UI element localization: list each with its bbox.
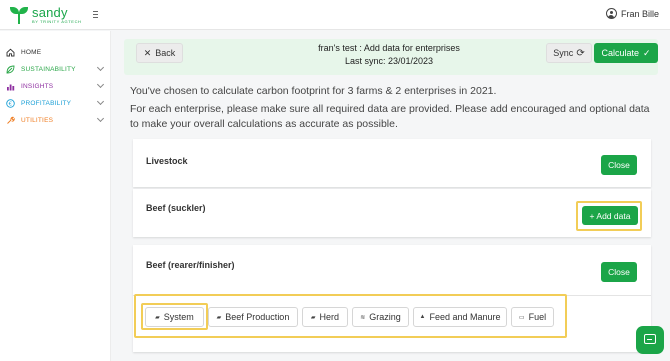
back-button-label: Back — [155, 48, 176, 58]
cow-icon: ▰ — [216, 314, 222, 321]
tab-fuel[interactable]: ▭ Fuel — [511, 307, 554, 327]
sidebar: HOME SUSTAINABILITY INSIGHTS € PROFITABI… — [0, 31, 111, 361]
leaf-icon — [6, 65, 15, 74]
euro-icon: € — [6, 98, 15, 108]
logo[interactable]: sandy BY TRINITY AGTECH — [8, 5, 82, 25]
sidebar-item-label: PROFITABILITY — [21, 99, 72, 107]
refresh-icon: ⟳ — [576, 47, 585, 59]
sidebar-item-label: INSIGHTS — [21, 82, 54, 90]
sync-button[interactable]: Sync ⟳ — [546, 43, 592, 63]
sidebar-item-home[interactable]: HOME — [6, 45, 105, 59]
tab-system[interactable]: ▰ System — [145, 307, 204, 327]
intro-text: You've chosen to calculate carbon footpr… — [130, 85, 497, 97]
chevron-down-icon — [96, 114, 105, 123]
svg-text:€: € — [9, 101, 13, 107]
last-sync-text: Last sync: 23/01/2023 — [344, 56, 434, 66]
sidebar-item-label: UTILITIES — [21, 116, 54, 124]
highlight-box — [576, 201, 642, 231]
tab-label: Fuel — [528, 312, 547, 322]
livestock-card: Livestock Close — [133, 139, 651, 187]
user-avatar-icon — [605, 8, 617, 19]
feed-icon: ▲ — [419, 314, 426, 320]
top-bar: sandy BY TRINITY AGTECH Fran Bille — [0, 0, 670, 30]
livestock-close-button[interactable]: Close — [601, 155, 637, 175]
sidebar-item-sustainability[interactable]: SUSTAINABILITY — [6, 62, 105, 76]
main-content: ✕ Back fran's test : Add data for enterp… — [112, 31, 670, 361]
chat-button[interactable] — [636, 326, 664, 354]
grass-icon: ≋ — [360, 314, 366, 321]
cow-icon: ▰ — [310, 314, 316, 321]
close-icon: ✕ — [143, 47, 152, 58]
tab-label: Herd — [319, 312, 340, 322]
logo-subtitle: BY TRINITY AGTECH — [32, 19, 82, 24]
calculate-button-label: Calculate — [601, 48, 639, 58]
instructions-text: For each enterprise, please make sure al… — [130, 103, 650, 130]
beef-rearer-close-button[interactable]: Close — [601, 262, 637, 282]
page-title-text: fran's test : Add data for enterprises — [318, 43, 460, 53]
fuel-icon: ▭ — [518, 314, 525, 321]
check-icon: ✓ — [642, 47, 651, 58]
sidebar-item-label: SUSTAINABILITY — [21, 65, 76, 73]
card-title: Livestock — [146, 156, 188, 166]
chevron-down-icon — [96, 80, 105, 89]
sidebar-item-label: HOME — [21, 48, 42, 56]
sandy-logo-icon — [8, 5, 30, 25]
tab-feed-and-manure[interactable]: ▲ Feed and Manure — [413, 307, 507, 327]
sync-button-label: Sync — [553, 48, 574, 58]
menu-toggle-icon[interactable] — [93, 11, 99, 19]
sidebar-item-insights[interactable]: INSIGHTS — [6, 79, 105, 93]
chevron-down-icon — [96, 63, 105, 72]
close-button-label: Close — [608, 160, 630, 170]
sidebar-item-profitability[interactable]: € PROFITABILITY — [6, 96, 105, 110]
sidebar-item-utilities[interactable]: UTILITIES — [6, 113, 105, 127]
chevron-down-icon — [96, 97, 105, 106]
page-header: ✕ Back fran's test : Add data for enterp… — [124, 39, 658, 75]
user-menu[interactable]: Fran Bille — [605, 8, 659, 19]
tab-label: Beef Production — [225, 312, 290, 322]
tab-herd[interactable]: ▰ Herd — [302, 307, 348, 327]
tab-label: Grazing — [369, 312, 401, 322]
back-button[interactable]: ✕ Back — [136, 43, 183, 63]
wrench-icon — [6, 116, 15, 125]
logo-name: sandy — [32, 5, 68, 20]
tab-label: Feed and Manure — [429, 312, 501, 322]
beef-suckler-card: Beef (suckler) + Add data — [133, 189, 651, 237]
card-title: Beef (suckler) — [146, 203, 206, 213]
tab-beef-production[interactable]: ▰ Beef Production — [208, 307, 298, 327]
close-button-label: Close — [608, 267, 630, 277]
bar-chart-icon — [6, 82, 15, 91]
page-title: fran's test : Add data for enterprises L… — [254, 42, 524, 68]
cow-icon: ▰ — [155, 314, 160, 321]
tab-grazing[interactable]: ≋ Grazing — [352, 307, 409, 327]
calculate-button[interactable]: Calculate ✓ — [594, 43, 658, 63]
home-icon — [6, 48, 15, 57]
tab-label: System — [163, 312, 194, 322]
user-name: Fran Bille — [620, 8, 659, 19]
card-title: Beef (rearer/finisher) — [146, 260, 235, 270]
chat-icon — [644, 334, 656, 344]
